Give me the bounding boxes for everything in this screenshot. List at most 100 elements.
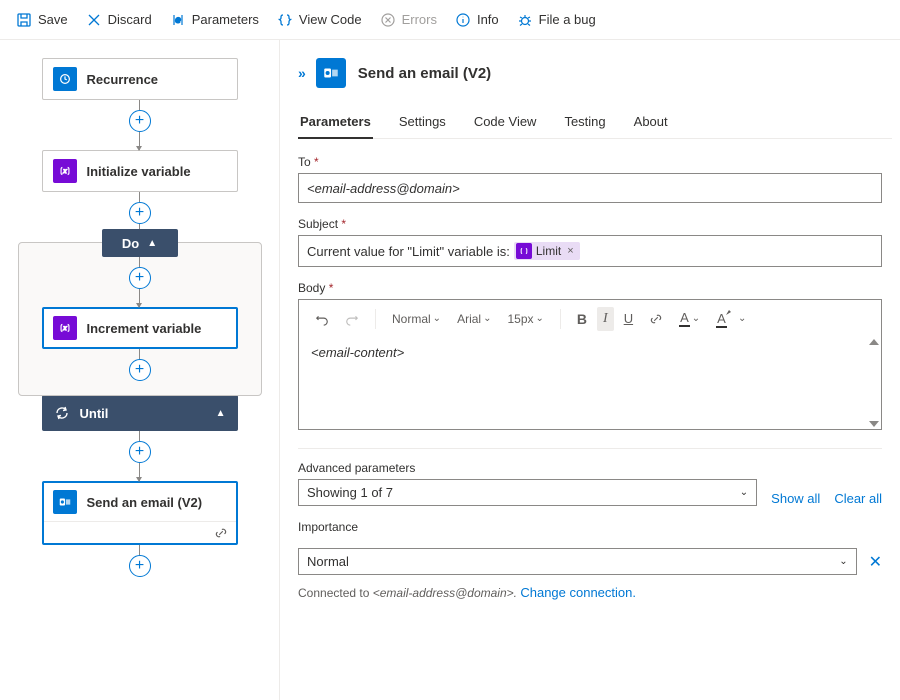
importance-select[interactable]: Normal ⌄ bbox=[298, 548, 857, 575]
connector-line bbox=[139, 257, 140, 267]
advanced-showing: Showing 1 of 7 bbox=[307, 485, 393, 500]
connection-info: Connected to <email-address@domain>. Cha… bbox=[298, 585, 892, 600]
clock-icon bbox=[53, 67, 77, 91]
style-select[interactable]: Normal ⌄ bbox=[386, 308, 447, 330]
chevron-up-icon: ▲ bbox=[216, 408, 226, 419]
save-label: Save bbox=[38, 12, 68, 27]
subject-prefix: Current value for "Limit" variable is: bbox=[307, 244, 510, 259]
details-panel: » Send an email (V2) Parameters Settings… bbox=[280, 40, 900, 700]
tab-settings[interactable]: Settings bbox=[397, 106, 448, 138]
add-step-button[interactable]: + bbox=[129, 359, 151, 381]
bold-button[interactable]: B bbox=[571, 307, 593, 331]
chevron-down-icon: ⌄ bbox=[738, 313, 746, 324]
subject-input[interactable]: Current value for "Limit" variable is: L… bbox=[298, 235, 882, 267]
tab-testing[interactable]: Testing bbox=[562, 106, 607, 138]
collapse-panel-button[interactable]: » bbox=[298, 65, 304, 81]
tab-code-view[interactable]: Code View bbox=[472, 106, 539, 138]
until-node[interactable]: Until ▲ bbox=[42, 395, 238, 431]
size-select[interactable]: 15px ⌄ bbox=[501, 308, 549, 330]
add-step-button[interactable]: + bbox=[129, 202, 151, 224]
send-email-node[interactable]: Send an email (V2) bbox=[42, 481, 238, 545]
do-header[interactable]: Do ▲ bbox=[102, 229, 178, 257]
connector-line bbox=[139, 192, 140, 202]
info-icon bbox=[455, 12, 471, 28]
until-label: Until bbox=[80, 406, 206, 421]
chevron-down-icon: ⌄ bbox=[839, 556, 847, 567]
parameters-button[interactable]: @ Parameters bbox=[162, 6, 267, 34]
info-button[interactable]: Info bbox=[447, 6, 507, 34]
connector-line bbox=[139, 289, 140, 307]
to-value: <email-address@domain> bbox=[307, 181, 460, 196]
chevron-down-icon: ⌄ bbox=[433, 313, 441, 324]
node-label: Send an email (V2) bbox=[87, 495, 203, 510]
save-button[interactable]: Save bbox=[8, 6, 76, 34]
connector-line bbox=[139, 349, 140, 359]
to-input[interactable]: <email-address@domain> bbox=[298, 173, 882, 203]
undo-button[interactable] bbox=[309, 308, 335, 330]
to-label: To * bbox=[298, 155, 882, 169]
advanced-label: Advanced parameters bbox=[298, 461, 757, 475]
chevron-down-icon: ⌄ bbox=[483, 313, 491, 324]
errors-button: Errors bbox=[372, 6, 445, 34]
error-icon bbox=[380, 12, 396, 28]
undo-icon bbox=[315, 312, 329, 326]
variable-icon: x bbox=[53, 159, 77, 183]
tab-parameters[interactable]: Parameters bbox=[298, 106, 373, 139]
loop-icon bbox=[54, 405, 70, 421]
svg-text:x: x bbox=[62, 168, 67, 175]
add-step-button[interactable]: + bbox=[129, 555, 151, 577]
link-button[interactable] bbox=[643, 308, 669, 330]
text-color-button[interactable]: A ⌄ bbox=[673, 306, 706, 331]
until-loop-container: Do ▲ + x Increment variable + bbox=[18, 242, 262, 396]
clear-all-link[interactable]: Clear all bbox=[834, 491, 882, 506]
recurrence-node[interactable]: Recurrence bbox=[42, 58, 238, 100]
close-icon bbox=[86, 12, 102, 28]
scroll-up-icon bbox=[869, 339, 879, 345]
bug-icon bbox=[517, 12, 533, 28]
advanced-parameters-select[interactable]: Showing 1 of 7 ⌄ bbox=[298, 479, 757, 506]
workflow-canvas: Recurrence + x Initialize variable + Do … bbox=[0, 40, 280, 700]
panel-tabs: Parameters Settings Code View Testing Ab… bbox=[298, 106, 892, 139]
highlight-button[interactable]: A ⌄ bbox=[710, 307, 752, 330]
italic-button[interactable]: I bbox=[597, 307, 614, 331]
importance-label: Importance bbox=[298, 520, 882, 534]
scroll-down-icon bbox=[869, 421, 879, 427]
parameters-label: Parameters bbox=[192, 12, 259, 27]
connected-account: <email-address@domain>. bbox=[373, 586, 517, 600]
add-step-button[interactable]: + bbox=[129, 110, 151, 132]
add-step-button[interactable]: + bbox=[129, 267, 151, 289]
divider bbox=[298, 448, 882, 449]
redo-icon bbox=[345, 312, 359, 326]
increment-variable-node[interactable]: x Increment variable bbox=[42, 307, 238, 349]
info-label: Info bbox=[477, 12, 499, 27]
braces-icon bbox=[277, 12, 293, 28]
link-icon bbox=[214, 526, 228, 540]
file-bug-label: File a bug bbox=[539, 12, 596, 27]
underline-button[interactable]: U bbox=[618, 307, 639, 330]
panel-title: Send an email (V2) bbox=[358, 65, 491, 82]
add-step-button[interactable]: + bbox=[129, 441, 151, 463]
discard-button[interactable]: Discard bbox=[78, 6, 160, 34]
initialize-variable-node[interactable]: x Initialize variable bbox=[42, 150, 238, 192]
font-select[interactable]: Arial ⌄ bbox=[451, 308, 497, 330]
connector-line bbox=[139, 463, 140, 481]
body-content: <email-content> bbox=[311, 345, 404, 360]
chip-label: Limit bbox=[536, 244, 561, 258]
do-label: Do bbox=[122, 236, 139, 251]
variable-chip[interactable]: Limit × bbox=[514, 242, 580, 260]
view-code-button[interactable]: View Code bbox=[269, 6, 370, 34]
file-bug-button[interactable]: File a bug bbox=[509, 6, 604, 34]
chevron-down-icon: ⌄ bbox=[740, 487, 748, 498]
remove-importance-button[interactable]: ✕ bbox=[869, 552, 882, 572]
tab-about[interactable]: About bbox=[632, 106, 670, 138]
subject-label: Subject * bbox=[298, 217, 882, 231]
redo-button[interactable] bbox=[339, 308, 365, 330]
save-icon bbox=[16, 12, 32, 28]
connector-line bbox=[139, 545, 140, 555]
chip-remove-button[interactable]: × bbox=[565, 245, 573, 257]
variable-icon: x bbox=[53, 316, 77, 340]
change-connection-link[interactable]: Change connection. bbox=[520, 585, 636, 600]
body-textarea[interactable]: <email-content> bbox=[299, 337, 881, 429]
discard-label: Discard bbox=[108, 12, 152, 27]
show-all-link[interactable]: Show all bbox=[771, 491, 820, 506]
